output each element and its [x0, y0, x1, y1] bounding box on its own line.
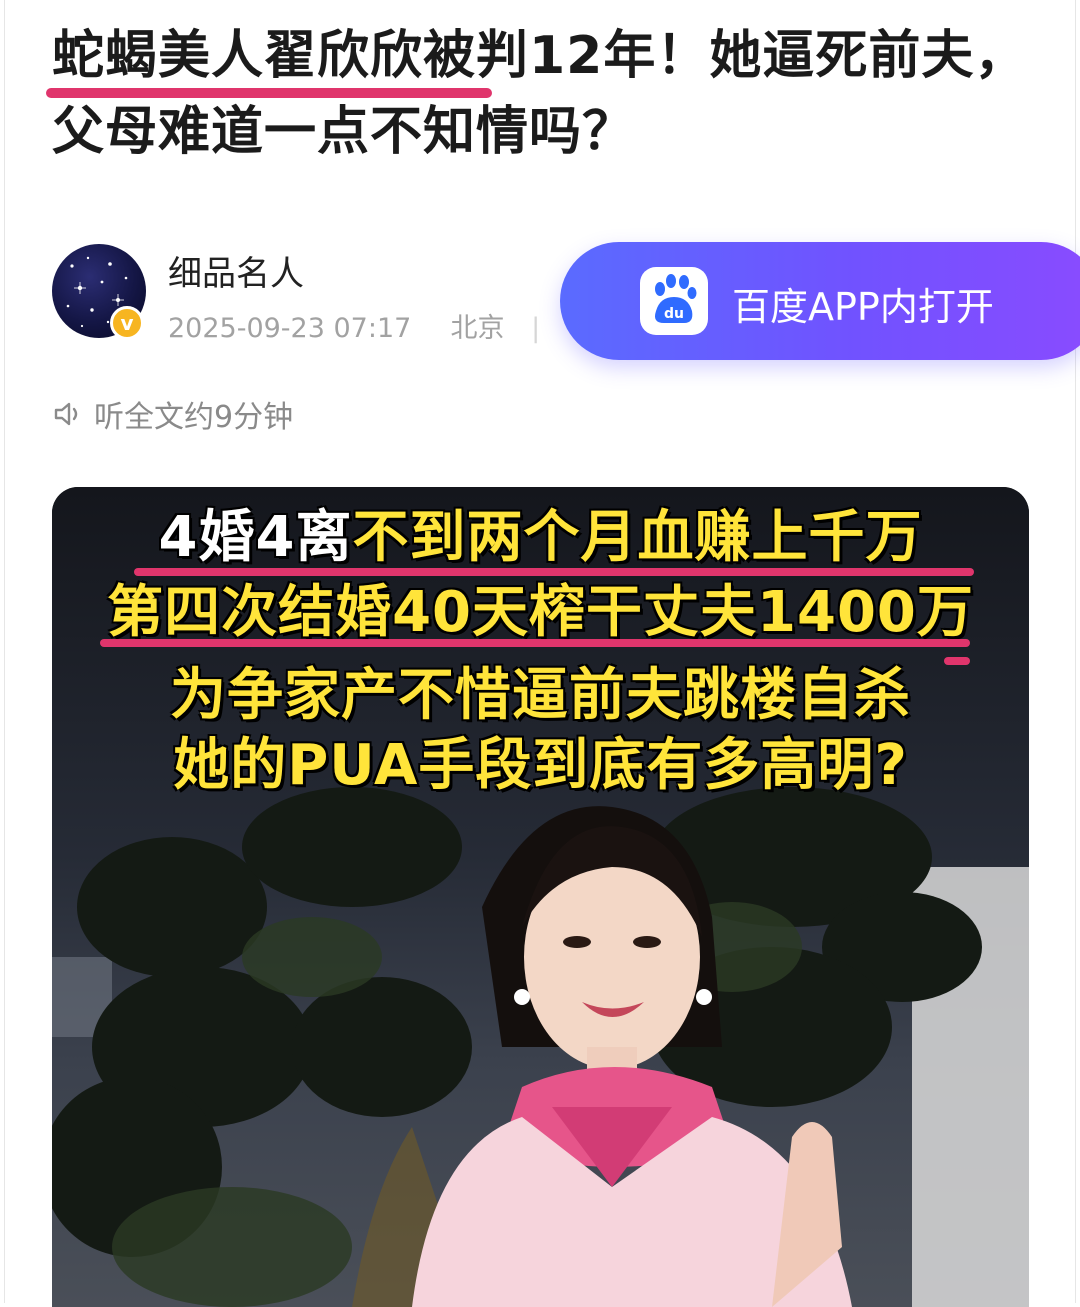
title-highlight-mark [46, 88, 492, 98]
hero-caption-line-1-white: 4婚4离 [158, 505, 353, 570]
speaker-icon [54, 402, 78, 426]
hero-caption-line-1: 4婚4离不到两个月血赚上千万 [52, 507, 1029, 569]
hero-caption-line-4: 她的PUA手段到底有多高明? [173, 733, 908, 798]
open-in-app-label: 百度APP内打开 [732, 285, 994, 329]
article-meta: 2025-09-23 07:17 北京 | [168, 306, 558, 345]
publish-datetime: 2025-09-23 07:17 [168, 313, 412, 344]
baidu-paw-icon: du [640, 267, 708, 335]
article-hero-image[interactable]: 4婚4离不到两个月血赚上千万 第四次结婚40天榨干丈夫1400万 为争家产不惜逼… [52, 487, 1029, 1307]
open-in-baidu-app-button[interactable]: du 百度APP内打开 [560, 242, 1080, 360]
author-name[interactable]: 细品名人 [168, 246, 304, 295]
verified-v-icon: v [110, 306, 144, 340]
listen-full-text-button[interactable]: 听全文约9分钟 [52, 392, 293, 436]
hero-caption-underline-2 [100, 639, 970, 647]
meta-divider: | [531, 313, 541, 344]
hero-caption-line-2: 第四次结婚40天榨干丈夫1400万 [107, 580, 974, 645]
publish-location: 北京 [450, 313, 505, 344]
hero-caption-underline-mark [944, 657, 970, 665]
listen-label: 听全文约9分钟 [94, 400, 294, 435]
hero-caption-line-1-yellow: 不到两个月血赚上千万 [352, 505, 923, 570]
hero-caption-underline-1 [134, 568, 974, 576]
baidu-logo-text: du [664, 306, 684, 322]
hero-caption-line-3: 为争家产不惜逼前夫跳楼自杀 [170, 663, 911, 728]
